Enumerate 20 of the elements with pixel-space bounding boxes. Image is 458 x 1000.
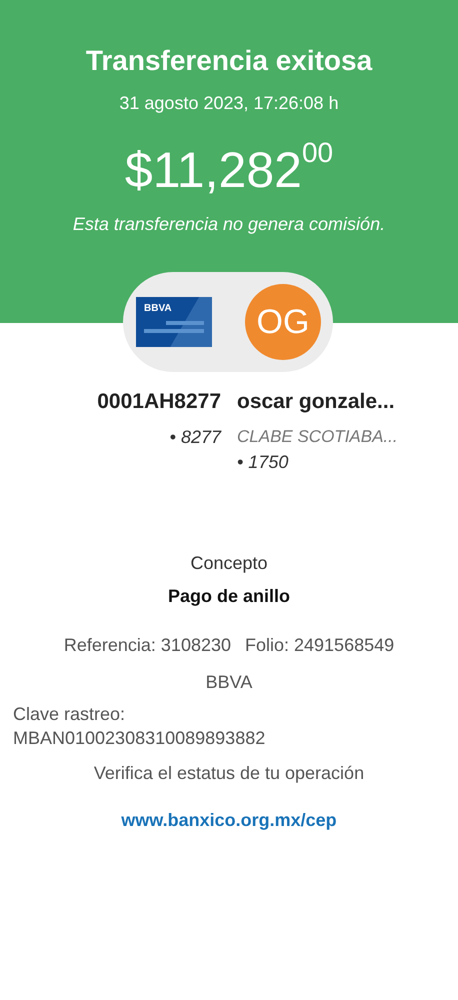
- recipient-detail: • 1750: [237, 451, 288, 474]
- recipient-name: oscar gonzale...: [237, 389, 395, 415]
- date-time: 31 agosto 2023, 17:26:08 h: [119, 92, 339, 115]
- avatar: OG: [245, 284, 321, 360]
- bank-name: BBVA: [206, 671, 252, 694]
- reference: Referencia: 3108230: [64, 634, 231, 657]
- folio: Folio: 2491568549: [245, 634, 394, 657]
- concept-label: Concepto: [190, 552, 268, 575]
- account-number: 0001AH8277: [97, 389, 221, 415]
- tracking-key: MBAN01002308310089893882: [13, 726, 445, 750]
- title: Transferencia exitosa: [86, 44, 372, 78]
- banxico-link[interactable]: www.banxico.org.mx/cep: [121, 807, 337, 834]
- concept-value: Pago de anillo: [168, 585, 290, 608]
- recipient-bank: CLABE SCOTIABA...: [237, 426, 398, 448]
- card-icon: BBVA: [136, 297, 212, 347]
- note: Esta transferencia no genera comisión.: [72, 213, 386, 236]
- verify-text: Verifica el estatus de tu operación: [94, 762, 364, 785]
- amount: $11,282$^{00}$: [124, 145, 334, 195]
- account-detail: • 8277: [170, 426, 221, 448]
- tracking-label: Clave rastreo:: [13, 703, 126, 726]
